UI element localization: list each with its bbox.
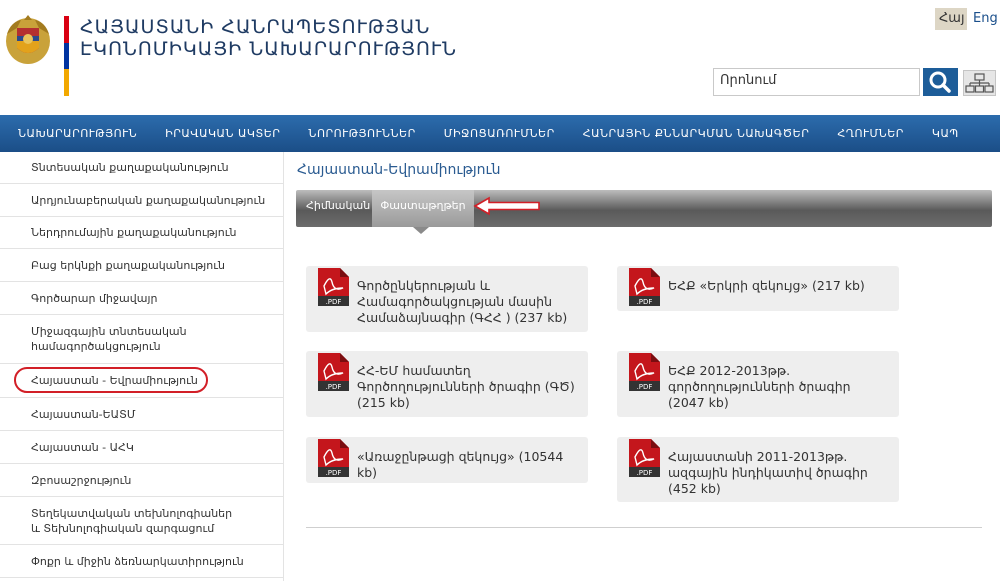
sidebar: Տնտեսական քաղաքականություն Արդյունաբերակ… (0, 152, 284, 581)
pdf-icon: .PDF (629, 353, 660, 391)
flag-stripe-blue (64, 42, 69, 70)
sidebar-item-investment-policy[interactable]: Ներդրումային քաղաքականություն (0, 217, 283, 249)
tab-main[interactable]: Հիմնական (296, 190, 372, 227)
header: ՀԱՅԱՍՏԱՆԻ ՀԱՆՐԱՊԵՏՈՒԹՅԱՆ ԷԿՈՆՈՄԻԿԱՅԻ ՆԱԽ… (0, 0, 1000, 115)
pdf-icon: .PDF (318, 353, 349, 391)
main-nav: ՆԱԽԱՐԱՐՈՒԹՅՈՒՆ ԻՐԱՎԱԿԱՆ ԱԿՏԵՐ ՆՈՐՈՒԹՅՈՒՆ… (0, 115, 1000, 152)
sidebar-item-it[interactable]: Տեղեկատվական տեխնոլոգիաներ և Տեխնոլոգիակ… (0, 497, 283, 545)
pdf-icon: .PDF (318, 439, 349, 477)
pdf-icon: .PDF (629, 268, 660, 306)
pdf-label: .PDF (326, 383, 342, 391)
ministry-title[interactable]: ՀԱՅԱՍՏԱՆԻ ՀԱՆՐԱՊԵՏՈՒԹՅԱՆ ԷԿՈՆՈՄԻԿԱՅԻ ՆԱԽ… (80, 16, 457, 60)
lang-hy[interactable]: Հայ (935, 8, 967, 30)
sidebar-item-international-cooperation[interactable]: Միջազգային տնտեսական համագործակցություն (0, 315, 283, 364)
document-link[interactable]: ԵՀՔ «Երկրի զեկույց» (217 kb) (668, 278, 891, 294)
sidebar-item-armenia-eaeu[interactable]: Հայաստան-ԵԱՏՄ (0, 398, 283, 431)
document-card[interactable]: .PDF ԵՀՔ 2012-2013թթ. գործողությունների … (617, 351, 899, 417)
tab-documents[interactable]: Փաստաթղթեր (372, 190, 474, 227)
coat-of-arms-icon[interactable] (3, 14, 53, 66)
red-arrow-annotation (473, 196, 540, 216)
sitemap-icon[interactable] (963, 70, 996, 96)
document-link[interactable]: ՀՀ-ԵՄ համատեղ Գործողությունների ծրագիր (… (357, 363, 580, 411)
page-title: Հայաստան-Եվրամիություն (297, 162, 501, 178)
pdf-label: .PDF (637, 298, 653, 306)
pdf-label: .PDF (326, 469, 342, 477)
document-card[interactable]: .PDF ԵՀՔ «Երկրի զեկույց» (217 kb) (617, 266, 899, 311)
sidebar-item-tourism[interactable]: Զբոսաշրջություն (0, 464, 283, 497)
sidebar-item-sme[interactable]: Փոքր և միջին ձեռնարկատիրություն (0, 545, 283, 578)
pdf-label: .PDF (326, 298, 342, 306)
sidebar-item-business-environment[interactable]: Գործարար միջավայր (0, 282, 283, 315)
document-card[interactable]: .PDF «Առաջընթացի զեկույց» (10544 kb) (306, 437, 588, 483)
nav-item-legal-acts[interactable]: ԻՐԱՎԱԿԱՆ ԱԿՏԵՐ (151, 115, 294, 152)
document-card[interactable]: .PDF Գործընկերության և Համագործակցության… (306, 266, 588, 332)
tab-bar: Հիմնական Փաստաթղթեր (296, 190, 992, 227)
sidebar-item-open-skies[interactable]: Բաց երկնքի քաղաքականություն (0, 249, 283, 282)
document-link[interactable]: Հայաստանի 2011-2013թթ. ազգային ինդիկատիվ… (668, 449, 891, 497)
sidebar-item-industrial-policy[interactable]: Արդյունաբերական քաղաքականություն (0, 184, 283, 217)
document-link[interactable]: Գործընկերության և Համագործակցության մասի… (357, 278, 580, 326)
nav-item-public-drafts[interactable]: ՀԱՆՐԱՅԻՆ ՔՆՆԱՐԿՄԱՆ ՆԱԽԱԳԾԵՐ (569, 115, 824, 152)
nav-item-links[interactable]: ՀՂՈՒՄՆԵՐ (823, 115, 918, 152)
flag-stripe-red (64, 16, 69, 43)
title-line-1: ՀԱՅԱՍՏԱՆԻ ՀԱՆՐԱՊԵՏՈՒԹՅԱՆ (80, 16, 431, 38)
flag-stripe-orange (64, 69, 69, 96)
content-divider (306, 527, 982, 528)
search-input[interactable]: Որոնում (713, 68, 920, 96)
document-card[interactable]: .PDF Հայաստանի 2011-2013թթ. ազգային ինդի… (617, 437, 899, 502)
sidebar-item-economic-policy[interactable]: Տնտեսական քաղաքականություն (0, 152, 283, 184)
document-link[interactable]: «Առաջընթացի զեկույց» (10544 kb) (357, 449, 580, 481)
pdf-label: .PDF (637, 383, 653, 391)
search-icon (929, 71, 951, 93)
lang-en[interactable]: Eng (969, 8, 1000, 30)
document-card[interactable]: .PDF ՀՀ-ԵՄ համատեղ Գործողությունների ծրա… (306, 351, 588, 417)
nav-item-contact[interactable]: ԿԱՊ (918, 115, 973, 152)
nav-item-events[interactable]: ՄԻՋՈՑԱՌՈՒՄՆԵՐ (430, 115, 569, 152)
title-line-2: ԷԿՈՆՈՄԻԿԱՅԻ ՆԱԽԱՐԱՐՈՒԹՅՈՒՆ (80, 38, 457, 60)
pdf-icon: .PDF (629, 439, 660, 477)
search-button[interactable] (923, 68, 958, 96)
sidebar-item-armenia-wto[interactable]: Հայաստան - ԱՀԿ (0, 431, 283, 464)
armenian-flag (64, 16, 69, 96)
sidebar-item-armenia-eu[interactable]: Հայաստան - Եվրամիություն (0, 364, 283, 398)
active-tab-pointer (413, 227, 429, 234)
document-link[interactable]: ԵՀՔ 2012-2013թթ. գործողությունների ծրագի… (668, 363, 891, 411)
highlight-oval (14, 367, 208, 393)
pdf-icon: .PDF (318, 268, 349, 306)
pdf-label: .PDF (637, 469, 653, 477)
nav-item-ministry[interactable]: ՆԱԽԱՐԱՐՈՒԹՅՈՒՆ (0, 115, 151, 152)
nav-item-news[interactable]: ՆՈՐՈՒԹՅՈՒՆՆԵՐ (294, 115, 429, 152)
